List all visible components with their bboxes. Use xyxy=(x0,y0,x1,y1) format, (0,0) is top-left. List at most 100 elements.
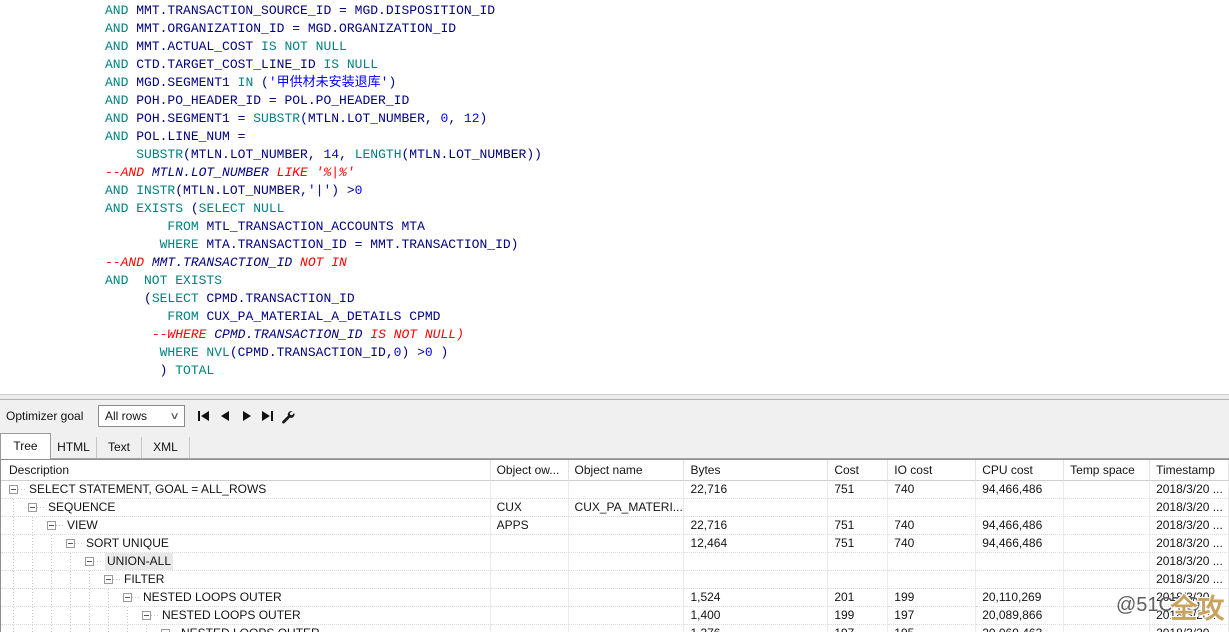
sql-line: --AND MMT.TRANSACTION_ID NOT IN xyxy=(0,254,1229,272)
tree-collapse-icon[interactable] xyxy=(66,539,75,548)
cell-object_owner: APPS xyxy=(491,517,569,535)
cell-temp_space xyxy=(1064,535,1150,553)
tree-collapse-icon[interactable] xyxy=(9,485,18,494)
plan-node-label: SORT UNIQUE xyxy=(86,535,169,552)
cell-cpu_cost: 20,089,866 xyxy=(976,607,1064,625)
tree-indent xyxy=(9,607,28,625)
cell-object_owner: CUX xyxy=(491,499,569,517)
cell-timestamp: 2018/3/20 ... xyxy=(1150,607,1229,625)
cell-cpu_cost: 94,466,486 xyxy=(976,517,1064,535)
cell-object_owner xyxy=(491,553,569,571)
column-header-object_name[interactable]: Object name xyxy=(569,460,685,481)
plan-node-label: SEQUENCE xyxy=(48,499,115,516)
cell-object_name xyxy=(569,607,685,625)
tree-indent xyxy=(47,607,66,625)
cell-cost: 751 xyxy=(828,517,888,535)
column-header-cost[interactable]: Cost xyxy=(828,460,888,481)
tree-collapse-icon[interactable] xyxy=(142,611,151,620)
cell-bytes: 22,716 xyxy=(684,517,828,535)
cell-bytes: 1,376 xyxy=(684,625,828,632)
cell-io_cost xyxy=(888,571,976,589)
cell-cost: 199 xyxy=(828,607,888,625)
cell-cpu_cost xyxy=(976,553,1064,571)
cell-io_cost: 740 xyxy=(888,481,976,499)
cell-bytes: 1,400 xyxy=(684,607,828,625)
cell-cost: 197 xyxy=(828,625,888,632)
column-header-description[interactable]: Description xyxy=(1,460,491,481)
tab-html[interactable]: HTML xyxy=(51,437,97,458)
execution-plan-table: DescriptionObject ow...Object nameBytesC… xyxy=(0,459,1229,632)
cell-timestamp: 2018/3/20 ... xyxy=(1150,589,1229,607)
tree-collapse-icon[interactable] xyxy=(104,575,113,584)
cell-timestamp: 2018/3/20 ... xyxy=(1150,499,1229,517)
cell-object_owner xyxy=(491,589,569,607)
tree-indent xyxy=(85,589,104,607)
tree-indent xyxy=(28,517,47,535)
cell-object_name xyxy=(569,571,685,589)
cell-temp_space xyxy=(1064,589,1150,607)
tab-text[interactable]: Text xyxy=(97,437,142,458)
column-header-object_owner[interactable]: Object ow... xyxy=(491,460,569,481)
tree-indent xyxy=(47,589,66,607)
chevron-down-icon: ∨ xyxy=(169,411,179,422)
cell-object_owner xyxy=(491,607,569,625)
table-row[interactable]: SEQUENCE CUXCUX_PA_MATERI... 2018/3/20 ... xyxy=(1,499,1229,517)
optimizer-goal-dropdown[interactable]: All rows ∨ xyxy=(98,405,185,427)
previous-record-button[interactable] xyxy=(214,405,236,427)
table-row[interactable]: SORT UNIQUE12,46475174094,466,4862018/3/… xyxy=(1,535,1229,553)
tab-xml[interactable]: XML xyxy=(142,437,190,458)
tree-collapse-icon[interactable] xyxy=(28,503,37,512)
tree-indent xyxy=(66,625,85,632)
plan-node-label: SELECT STATEMENT, GOAL = ALL_ROWS xyxy=(29,481,266,498)
cell-object_name xyxy=(569,589,685,607)
table-row[interactable]: NESTED LOOPS OUTER1,40019919720,089,8662… xyxy=(1,607,1229,625)
cell-object_name: CUX_PA_MATERI... xyxy=(569,499,685,517)
last-record-button[interactable] xyxy=(256,405,278,427)
tree-indent xyxy=(123,607,142,625)
column-header-bytes[interactable]: Bytes xyxy=(684,460,828,481)
first-icon xyxy=(198,411,200,421)
tree-indent xyxy=(9,553,28,571)
last-icon xyxy=(262,411,270,421)
cell-cpu_cost: 94,466,486 xyxy=(976,481,1064,499)
cell-timestamp: 2018/3/20 ... xyxy=(1150,481,1229,499)
optimizer-goal-label: Optimizer goal xyxy=(6,400,83,433)
tree-collapse-icon[interactable] xyxy=(85,557,94,566)
tree-indent xyxy=(66,571,85,589)
cell-io_cost: 199 xyxy=(888,589,976,607)
cell-temp_space xyxy=(1064,571,1150,589)
cell-object_owner xyxy=(491,625,569,632)
cell-io_cost: 740 xyxy=(888,517,976,535)
first-record-button[interactable] xyxy=(192,405,214,427)
cell-bytes: 1,524 xyxy=(684,589,828,607)
next-record-button[interactable] xyxy=(236,405,258,427)
table-row[interactable]: FILTER 2018/3/20 ... xyxy=(1,571,1229,589)
tree-indent xyxy=(9,589,28,607)
table-row[interactable]: SELECT STATEMENT, GOAL = ALL_ROWS22,7167… xyxy=(1,481,1229,499)
sql-line: --WHERE CPMD.TRANSACTION_ID IS NOT NULL) xyxy=(0,326,1229,344)
table-row[interactable]: NESTED LOOPS OUTER1,37619719520,069,4632… xyxy=(1,625,1229,632)
sql-line: (SELECT CPMD.TRANSACTION_ID xyxy=(0,290,1229,308)
plan-node-label: FILTER xyxy=(124,571,164,588)
column-header-timestamp[interactable]: Timestamp xyxy=(1150,460,1229,481)
tab-tree[interactable]: Tree xyxy=(0,433,51,459)
tree-indent xyxy=(85,571,104,589)
preferences-button[interactable] xyxy=(276,405,298,427)
cell-timestamp: 2018/3/20 ... xyxy=(1150,571,1229,589)
sql-editor[interactable]: AND MMT.TRANSACTION_SOURCE_ID = MGD.DISP… xyxy=(0,0,1229,396)
column-header-cpu_cost[interactable]: CPU cost xyxy=(976,460,1064,481)
tree-indent xyxy=(66,589,85,607)
sql-line: WHERE NVL(CPMD.TRANSACTION_ID,0) >0 ) xyxy=(0,344,1229,362)
tree-indent xyxy=(123,625,142,632)
column-header-temp_space[interactable]: Temp space xyxy=(1064,460,1150,481)
tree-collapse-icon[interactable] xyxy=(47,521,56,530)
tree-collapse-icon[interactable] xyxy=(123,593,132,602)
table-row[interactable]: NESTED LOOPS OUTER1,52420119920,110,2692… xyxy=(1,589,1229,607)
tree-indent xyxy=(47,553,66,571)
explain-plan-toolbar: Optimizer goal All rows ∨ xyxy=(0,400,1229,433)
table-row[interactable]: VIEWAPPS22,71675174094,466,4862018/3/20 … xyxy=(1,517,1229,535)
cell-temp_space xyxy=(1064,553,1150,571)
tree-indent xyxy=(85,625,104,632)
table-row[interactable]: UNION-ALL2018/3/20 ... xyxy=(1,553,1229,571)
column-header-io_cost[interactable]: IO cost xyxy=(888,460,976,481)
